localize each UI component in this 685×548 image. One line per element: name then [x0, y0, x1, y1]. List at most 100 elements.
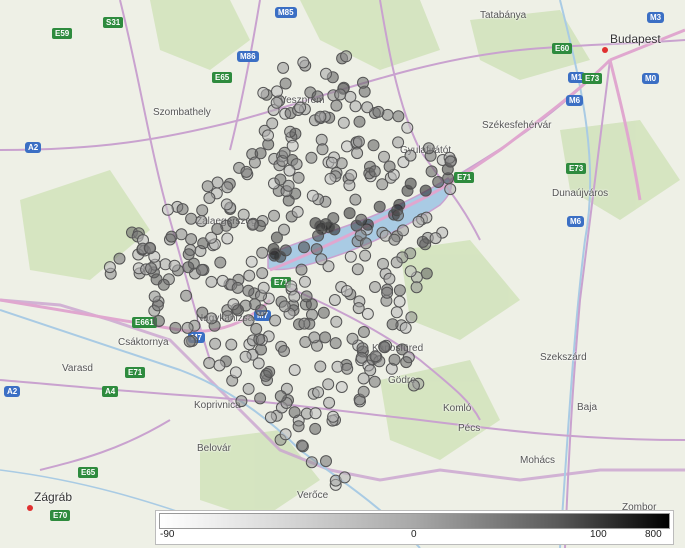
- data-point: [341, 362, 354, 375]
- data-point: [404, 265, 417, 278]
- legend-max-label: 800: [645, 529, 662, 540]
- data-point: [315, 253, 328, 266]
- data-point: [320, 455, 332, 468]
- data-point: [211, 223, 224, 235]
- data-point: [282, 179, 295, 192]
- data-point: [285, 280, 298, 293]
- data-point: [195, 215, 208, 228]
- data-point: [165, 230, 178, 243]
- data-point: [288, 290, 301, 303]
- data-point: [263, 365, 276, 378]
- data-point: [383, 160, 396, 173]
- data-point: [203, 357, 216, 369]
- data-point: [266, 117, 279, 130]
- data-point: [221, 232, 234, 245]
- data-point: [250, 322, 263, 335]
- data-point: [422, 142, 435, 155]
- data-point: [294, 101, 307, 114]
- data-point: [289, 127, 302, 140]
- data-point: [257, 86, 270, 99]
- data-point: [372, 105, 385, 118]
- data-point: [378, 150, 390, 163]
- data-point: [257, 281, 270, 294]
- data-point: [298, 241, 310, 254]
- data-point: [205, 312, 218, 325]
- data-point: [320, 67, 332, 80]
- data-point: [357, 385, 370, 398]
- data-point: [157, 278, 170, 291]
- data-point: [325, 156, 338, 169]
- data-point: [253, 333, 266, 346]
- data-point: [235, 395, 248, 408]
- data-point: [416, 235, 429, 248]
- data-point: [221, 310, 234, 323]
- legend-mid-label: 100: [590, 529, 607, 540]
- data-point: [279, 77, 292, 90]
- data-point: [237, 208, 250, 221]
- data-point: [312, 386, 325, 399]
- data-point: [300, 290, 313, 303]
- data-point: [324, 172, 337, 185]
- data-point: [227, 216, 240, 229]
- data-point: [377, 257, 389, 270]
- data-point: [368, 165, 381, 178]
- data-point: [330, 315, 343, 328]
- data-point: [182, 248, 195, 261]
- data-point: [277, 61, 290, 74]
- data-point: [145, 262, 157, 275]
- data-point: [205, 275, 218, 288]
- data-point: [392, 110, 405, 123]
- legend-zero-label: 0: [411, 529, 417, 540]
- data-point: [213, 359, 226, 372]
- data-point: [397, 224, 409, 237]
- data-point: [401, 184, 414, 197]
- data-point: [314, 360, 327, 373]
- data-point: [310, 243, 323, 256]
- data-point: [388, 208, 401, 221]
- data-point: [292, 420, 305, 433]
- data-point: [252, 357, 265, 370]
- data-point: [334, 88, 347, 101]
- data-point: [335, 381, 348, 393]
- data-point: [161, 203, 174, 216]
- data-point: [271, 85, 283, 98]
- data-point: [327, 410, 340, 423]
- data-point: [297, 56, 310, 69]
- map-canvas[interactable]: Tatabánya Budapest Szombathely Székesfeh…: [0, 0, 685, 548]
- data-point: [309, 407, 322, 420]
- data-point: [367, 139, 380, 152]
- data-point: [279, 428, 292, 441]
- data-point: [274, 390, 287, 403]
- data-point: [378, 341, 391, 354]
- data-point: [232, 304, 245, 317]
- data-point: [331, 360, 344, 373]
- data-point: [264, 411, 277, 424]
- data-point: [407, 379, 420, 392]
- data-point: [288, 406, 301, 419]
- data-point: [393, 284, 406, 297]
- data-point: [283, 164, 296, 177]
- data-point: [242, 284, 255, 297]
- data-point: [196, 204, 209, 217]
- data-point: [309, 422, 322, 435]
- data-point: [390, 256, 403, 269]
- data-point: [255, 304, 268, 317]
- data-point: [221, 181, 234, 194]
- data-point: [305, 456, 318, 469]
- data-point: [412, 215, 425, 228]
- data-point: [248, 156, 261, 169]
- data-point: [214, 256, 227, 269]
- data-point: [181, 321, 194, 334]
- data-point: [376, 178, 389, 191]
- data-point: [317, 306, 330, 319]
- data-point: [292, 171, 305, 184]
- data-point: [278, 300, 291, 313]
- data-point: [268, 249, 281, 262]
- data-point: [311, 90, 324, 103]
- data-point: [393, 198, 406, 211]
- data-point: [169, 321, 182, 334]
- data-point: [359, 237, 372, 250]
- data-point: [357, 76, 369, 89]
- data-point: [229, 366, 242, 379]
- data-point: [405, 311, 418, 324]
